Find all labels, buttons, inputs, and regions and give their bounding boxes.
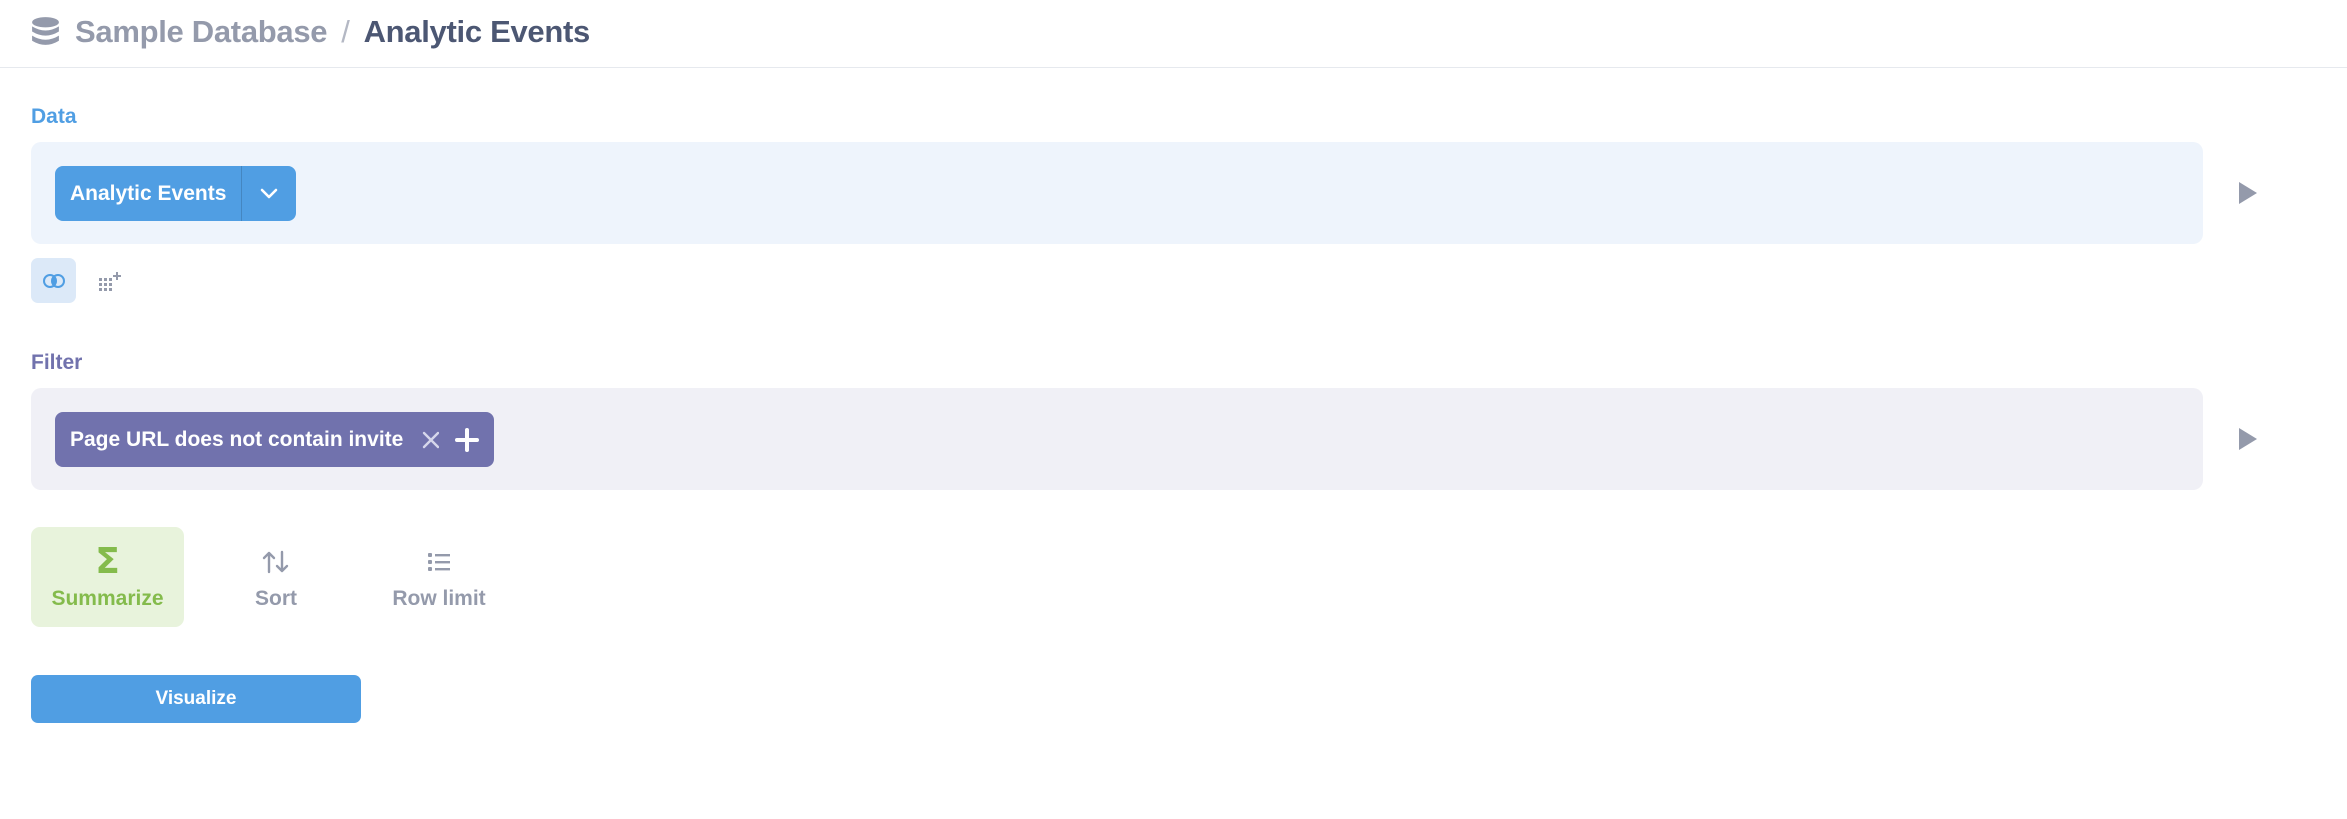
database-icon: [32, 17, 59, 45]
filter-step-box: Page URL does not contain invite: [31, 388, 2203, 490]
list-icon: [428, 553, 450, 571]
custom-column-button[interactable]: [95, 266, 125, 296]
play-icon: [2239, 428, 2257, 450]
play-icon: [2239, 182, 2257, 204]
row-limit-label: Row limit: [392, 587, 486, 610]
sort-button[interactable]: Sort: [240, 527, 312, 627]
data-step-label: Data: [31, 105, 77, 128]
table-picker-label[interactable]: Analytic Events: [55, 166, 241, 221]
grid-plus-icon: [99, 272, 121, 291]
data-step-box: Analytic Events: [31, 142, 2203, 244]
header: Sample Database / Analytic Events: [0, 0, 2347, 68]
table-picker-dropdown[interactable]: [241, 166, 296, 221]
breadcrumb-table[interactable]: Analytic Events: [364, 14, 591, 50]
sigma-icon: Σ: [95, 541, 120, 582]
filter-step-label: Filter: [31, 351, 83, 374]
add-filter-button[interactable]: [439, 412, 494, 467]
join-data-button[interactable]: [31, 258, 76, 303]
data-step-preview-button[interactable]: [2237, 180, 2259, 206]
table-picker[interactable]: Analytic Events: [55, 166, 297, 221]
breadcrumb-separator: /: [341, 14, 350, 49]
join-icon: [42, 273, 65, 288]
sort-icon: [262, 550, 289, 574]
breadcrumb-database[interactable]: Sample Database: [75, 14, 328, 50]
summarize-label: Summarize: [51, 587, 164, 610]
filter-pill[interactable]: Page URL does not contain invite: [55, 412, 458, 467]
breadcrumb: Sample Database / Analytic Events: [75, 0, 590, 64]
chevron-down-icon: [261, 188, 278, 198]
plus-icon: [454, 427, 479, 452]
visualize-button[interactable]: Visualize: [31, 675, 361, 723]
summarize-button[interactable]: Σ Summarize: [31, 527, 184, 627]
filter-step-preview-button[interactable]: [2237, 426, 2259, 452]
filter-pill-label[interactable]: Page URL does not contain invite: [70, 428, 403, 452]
row-limit-button[interactable]: Row limit: [384, 527, 494, 627]
sort-label: Sort: [255, 587, 297, 610]
